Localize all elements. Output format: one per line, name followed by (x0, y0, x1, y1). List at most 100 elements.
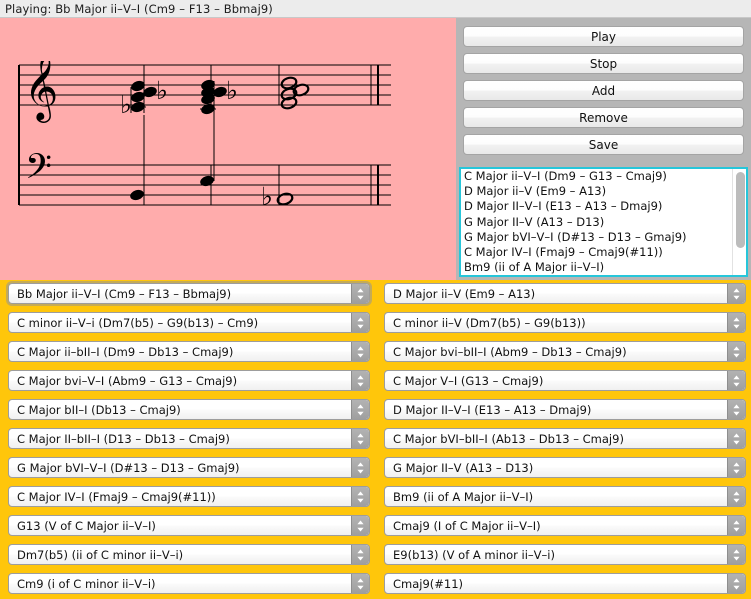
dropdown-label: Bb Major ii–V–I (Cm9 – F13 – Bbmaj9) (17, 286, 232, 301)
progression-dropdown-l1[interactable]: Bb Major ii–V–I (Cm9 – F13 – Bbmaj9) (8, 283, 370, 304)
dropdown-label: G Major II–V (A13 – D13) (393, 460, 534, 475)
chevron-updown-icon[interactable] (351, 371, 369, 390)
list-item[interactable]: G Major II–V (A13 – D13) (461, 215, 732, 230)
chord-2-notes: ♭ (200, 76, 238, 187)
chevron-updown-icon[interactable] (727, 429, 745, 448)
progression-dropdown-r5[interactable]: D Major II–V–I (E13 – A13 – Dmaj9) (384, 399, 746, 420)
chevron-updown-icon[interactable] (727, 487, 745, 506)
add-button[interactable]: Add (463, 80, 744, 101)
bass-clef-icon: 𝄢 (25, 146, 52, 195)
remove-button-label: Remove (579, 110, 628, 125)
chevron-updown-icon[interactable] (351, 342, 369, 361)
add-button-label: Add (591, 83, 616, 98)
dropdown-label: C Major ii–bII–I (Dm9 – Db13 – Cmaj9) (17, 344, 234, 359)
dropdown-label: D Major ii–V (Em9 – A13) (393, 286, 536, 301)
progression-list-scrollbar[interactable] (732, 169, 746, 275)
progression-dropdown-r3[interactable]: C Major bvi–bII–I (Abm9 – Db13 – Cmaj9) (384, 341, 746, 362)
chevron-updown-icon[interactable] (727, 313, 745, 332)
flat-accidental-icon: ♭ (261, 182, 273, 211)
chevron-updown-icon[interactable] (727, 574, 745, 593)
progression-dropdown-r6[interactable]: C Major bVI–bII–I (Ab13 – Db13 – Cmaj9) (384, 428, 746, 449)
dropdown-label: C Major IV–I (Fmaj9 – Cmaj9(#11)) (17, 489, 216, 504)
chevron-updown-icon[interactable] (727, 400, 745, 419)
progression-dropdown-l6[interactable]: C Major II–bII–I (D13 – Db13 – Cmaj9) (8, 428, 370, 449)
dropdown-label: C Major bvi–V–I (Abm9 – G13 – Cmaj9) (17, 373, 238, 388)
chevron-updown-icon[interactable] (727, 458, 745, 477)
progression-dropdown-r2[interactable]: C minor ii–V (Dm7(b5) – G9(b13)) (384, 312, 746, 333)
music-notation-svg: 𝄞 𝄢 ♭ ♭ ♭ ♭ (18, 61, 391, 211)
flat-accidental-icon: ♭ (226, 76, 238, 105)
list-item[interactable]: D Major II–V–I (E13 – A13 – Dmaj9) (461, 199, 732, 214)
chevron-updown-icon[interactable] (351, 458, 369, 477)
progression-dropdown-l3[interactable]: C Major ii–bII–I (Dm9 – Db13 – Cmaj9) (8, 341, 370, 362)
progression-dropdown-l5[interactable]: C Major bII–I (Db13 – Cmaj9) (8, 399, 370, 420)
progression-dropdown-r8[interactable]: Bm9 (ii of A Major ii–V–I) (384, 486, 746, 507)
progression-dropdown-r11[interactable]: Cmaj9(#11) (384, 573, 746, 594)
scrollbar-thumb[interactable] (735, 172, 745, 248)
chevron-updown-icon[interactable] (351, 429, 369, 448)
list-item[interactable]: D Major ii–V (Em9 – A13) (461, 184, 732, 199)
progression-list-items: C Major ii–V–I (Dm9 – G13 – Cmaj9) D Maj… (461, 169, 732, 275)
chevron-updown-icon[interactable] (351, 574, 369, 593)
progression-dropdown-l9[interactable]: G13 (V of C Major ii–V–I) (8, 515, 370, 536)
dropdown-label: C minor ii–V (Dm7(b5) – G9(b13)) (393, 315, 586, 330)
stop-button-label: Stop (589, 56, 618, 71)
list-item[interactable]: G Major bVI–V–I (D#13 – D13 – Gmaj9) (461, 230, 732, 245)
chevron-updown-icon[interactable] (727, 342, 745, 361)
play-button[interactable]: Play (463, 26, 744, 47)
chevron-updown-icon[interactable] (351, 313, 369, 332)
remove-button[interactable]: Remove (463, 107, 744, 128)
flat-accidental-icon: ♭ (156, 76, 168, 105)
chevron-updown-icon[interactable] (727, 545, 745, 564)
grand-staff-notation: 𝄞 𝄢 ♭ ♭ ♭ ♭ (18, 61, 392, 216)
list-item[interactable]: C Major IV–I (Fmaj9 – Cmaj9(#11)) (461, 245, 732, 260)
progression-dropdown-r10[interactable]: E9(b13) (V of A minor ii–V–i) (384, 544, 746, 565)
chord-1-notes: ♭ ♭ (120, 76, 168, 201)
chord-3-bass: ♭ (261, 182, 294, 211)
list-item[interactable]: C Major ii–V–I (Dm9 – G13 – Cmaj9) (461, 169, 732, 184)
chevron-updown-icon[interactable] (351, 516, 369, 535)
chevron-updown-icon[interactable] (727, 371, 745, 390)
progression-dropdown-r1[interactable]: D Major ii–V (Em9 – A13) (384, 283, 746, 304)
play-button-label: Play (590, 29, 617, 44)
control-panel: Play Stop Add Remove Save C Major ii–V–I… (456, 18, 751, 280)
dropdown-label: Dm7(b5) (ii of C minor ii–V–i) (17, 547, 184, 562)
dropdown-label: Bm9 (ii of A Major ii–V–I) (393, 489, 534, 504)
chevron-updown-icon[interactable] (351, 284, 369, 303)
progression-dropdown-l8[interactable]: C Major IV–I (Fmaj9 – Cmaj9(#11)) (8, 486, 370, 507)
chevron-updown-icon[interactable] (351, 400, 369, 419)
progression-dropdown-l2[interactable]: C minor ii–V–i (Dm7(b5) – G9(b13) – Cm9) (8, 312, 370, 333)
save-button-label: Save (588, 137, 619, 152)
status-bar: Playing: Bb Major ii–V–I (Cm9 – F13 – Bb… (0, 0, 751, 18)
progression-dropdown-l10[interactable]: Dm7(b5) (ii of C minor ii–V–i) (8, 544, 370, 565)
dropdown-label: C Major II–bII–I (D13 – Db13 – Cmaj9) (17, 431, 230, 446)
chevron-updown-icon[interactable] (351, 545, 369, 564)
treble-clef-icon: 𝄞 (24, 61, 58, 123)
dropdown-label: D Major II–V–I (E13 – A13 – Dmaj9) (393, 402, 592, 417)
application-window: Playing: Bb Major ii–V–I (Cm9 – F13 – Bb… (0, 0, 751, 599)
progression-list[interactable]: C Major ii–V–I (Dm9 – G13 – Cmaj9) D Maj… (459, 167, 748, 277)
dropdown-label: E9(b13) (V of A minor ii–V–i) (393, 547, 555, 562)
now-playing-label: Playing: Bb Major ii–V–I (Cm9 – F13 – Bb… (5, 1, 273, 16)
stop-button[interactable]: Stop (463, 53, 744, 74)
progression-dropdown-r9[interactable]: Cmaj9 (I of C Major ii–V–I) (384, 515, 746, 536)
progression-dropdown-r4[interactable]: C Major V–I (G13 – Cmaj9) (384, 370, 746, 391)
dropdown-label: G13 (V of C Major ii–V–I) (17, 518, 156, 533)
dropdown-label: Cm9 (i of C minor ii–V–i) (17, 576, 156, 591)
progression-dropdown-r7[interactable]: G Major II–V (A13 – D13) (384, 457, 746, 478)
dropdown-label: C Major bII–I (Db13 – Cmaj9) (17, 402, 181, 417)
chevron-updown-icon[interactable] (351, 487, 369, 506)
flat-accidental-icon: ♭ (120, 90, 132, 119)
progression-dropdown-l7[interactable]: G Major bVI–V–I (D#13 – D13 – Gmaj9) (8, 457, 370, 478)
progression-dropdown-l4[interactable]: C Major bvi–V–I (Abm9 – G13 – Cmaj9) (8, 370, 370, 391)
progression-dropdown-l11[interactable]: Cm9 (i of C minor ii–V–i) (8, 573, 370, 594)
chevron-updown-icon[interactable] (727, 516, 745, 535)
list-item[interactable]: Bm9 (ii of A Major ii–V–I) (461, 260, 732, 275)
dropdown-label: Cmaj9(#11) (393, 576, 464, 591)
save-button[interactable]: Save (463, 134, 744, 155)
dropdown-label: C Major bvi–bII–I (Abm9 – Db13 – Cmaj9) (393, 344, 627, 359)
chevron-updown-icon[interactable] (727, 284, 745, 303)
dropdown-label: C Major bVI–bII–I (Ab13 – Db13 – Cmaj9) (393, 431, 624, 446)
progression-selector-grid: Bb Major ii–V–I (Cm9 – F13 – Bbmaj9) C m… (0, 280, 751, 599)
dropdown-label: G Major bVI–V–I (D#13 – D13 – Gmaj9) (17, 460, 240, 475)
